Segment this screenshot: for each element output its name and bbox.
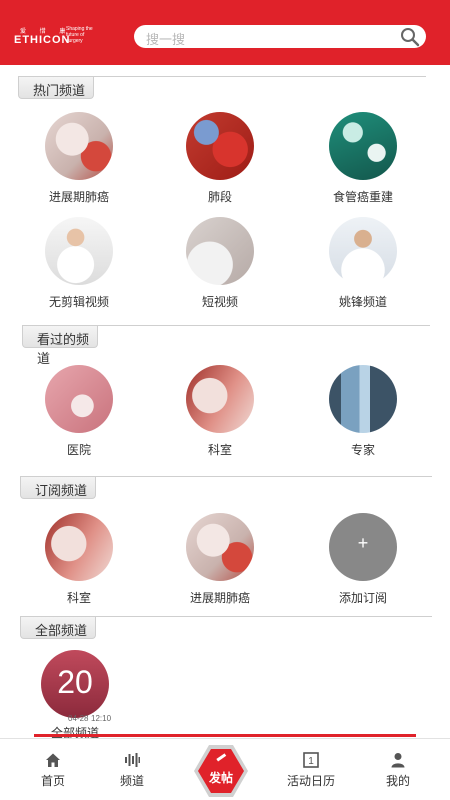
section-title-hot: 热门频道 <box>18 77 94 99</box>
section-title-all: 全部频道 <box>20 617 96 639</box>
search-bar[interactable]: 搜一搜 <box>134 25 426 48</box>
hospital-image[interactable] <box>45 365 113 433</box>
channel-item[interactable]: 专家 <box>303 365 423 458</box>
expert-image[interactable] <box>329 365 397 433</box>
channel-label: 科室 <box>66 591 91 605</box>
channel-label: 医院 <box>66 443 91 457</box>
doctor-writing-image[interactable] <box>186 217 254 285</box>
channel-label: 肺段 <box>207 190 232 204</box>
channel-icon <box>125 753 140 767</box>
top-header: 爱 惜 康 ETHICON Shaping the future of surg… <box>0 0 450 65</box>
calendar-badge: 1 <box>308 756 314 767</box>
ethicon-logo: 爱 惜 康 ETHICON Shaping the future of surg… <box>14 26 94 46</box>
nav-label: 首页 <box>40 774 65 788</box>
channel-item[interactable]: 短视频 <box>160 217 280 310</box>
post-label: 发帖 <box>208 771 233 785</box>
all-channels-image[interactable]: 20 <box>41 650 109 718</box>
channel-item[interactable]: 医院 <box>19 365 139 458</box>
calendar-icon: 1 <box>303 752 319 768</box>
channel-label: 进展期肺癌 <box>189 591 250 605</box>
lung-image[interactable] <box>45 112 113 180</box>
nav-channel[interactable]: 频道 <box>97 739 167 800</box>
logo-tagline: Shaping the future of surgery <box>66 26 93 44</box>
section-title-subscribed: 订阅频道 <box>20 477 96 499</box>
post-time: 12:10 <box>91 714 112 723</box>
post-button[interactable]: 发帖 <box>193 744 249 798</box>
post-date: 04-28 <box>68 714 89 723</box>
channel-item[interactable]: 科室 <box>19 513 139 606</box>
home-icon <box>46 753 60 767</box>
channel-label: 无剪辑视频 <box>48 295 109 309</box>
doctors-image[interactable] <box>45 217 113 285</box>
nav-calendar[interactable]: 1 活动日历 <box>276 739 346 800</box>
lung-image[interactable] <box>186 513 254 581</box>
channel-item[interactable]: 科室 <box>160 365 280 458</box>
day-number: 20 <box>57 664 93 700</box>
channel-item[interactable]: 进展期肺癌 <box>19 112 139 205</box>
department-image[interactable] <box>45 513 113 581</box>
nav-label: 频道 <box>119 774 144 788</box>
channel-label: 科室 <box>207 443 232 457</box>
search-placeholder[interactable]: 搜一搜 <box>146 29 185 48</box>
nav-label: 活动日历 <box>286 774 335 788</box>
lung-segment-image[interactable] <box>186 112 254 180</box>
section-title-viewed: 看过的频道 <box>22 326 98 366</box>
surgery-team-image[interactable] <box>329 112 397 180</box>
all-channels-item[interactable]: 20 全部频道 <box>15 650 135 741</box>
search-icon[interactable] <box>400 27 420 47</box>
user-icon <box>391 753 405 768</box>
add-subscription-label: 添加订阅 <box>338 591 387 605</box>
channel-item[interactable]: 食管癌重建 <box>303 112 423 205</box>
channel-item[interactable]: 无剪辑视频 <box>19 217 139 310</box>
channel-item[interactable]: 姚锋频道 <box>303 217 423 310</box>
channel-label: 短视频 <box>201 295 238 309</box>
nav-label: 我的 <box>385 774 410 788</box>
department-image[interactable] <box>186 365 254 433</box>
nav-home[interactable]: 首页 <box>18 739 88 800</box>
add-subscription-item[interactable]: + 添加订阅 <box>303 513 423 606</box>
channel-label: 专家 <box>350 443 375 457</box>
plus-icon: + <box>357 533 369 553</box>
nav-mine[interactable]: 我的 <box>363 739 433 800</box>
add-subscription-button[interactable]: + <box>329 513 397 581</box>
doctor-portrait-image[interactable] <box>329 217 397 285</box>
channel-item[interactable]: 进展期肺癌 <box>160 513 280 606</box>
red-progress-line <box>34 734 416 737</box>
logo-brand: ETHICON <box>14 34 71 46</box>
channel-label: 进展期肺癌 <box>48 190 109 204</box>
channel-label: 食管癌重建 <box>332 190 393 204</box>
channel-item[interactable]: 肺段 <box>160 112 280 205</box>
channel-label: 姚锋频道 <box>338 295 387 309</box>
